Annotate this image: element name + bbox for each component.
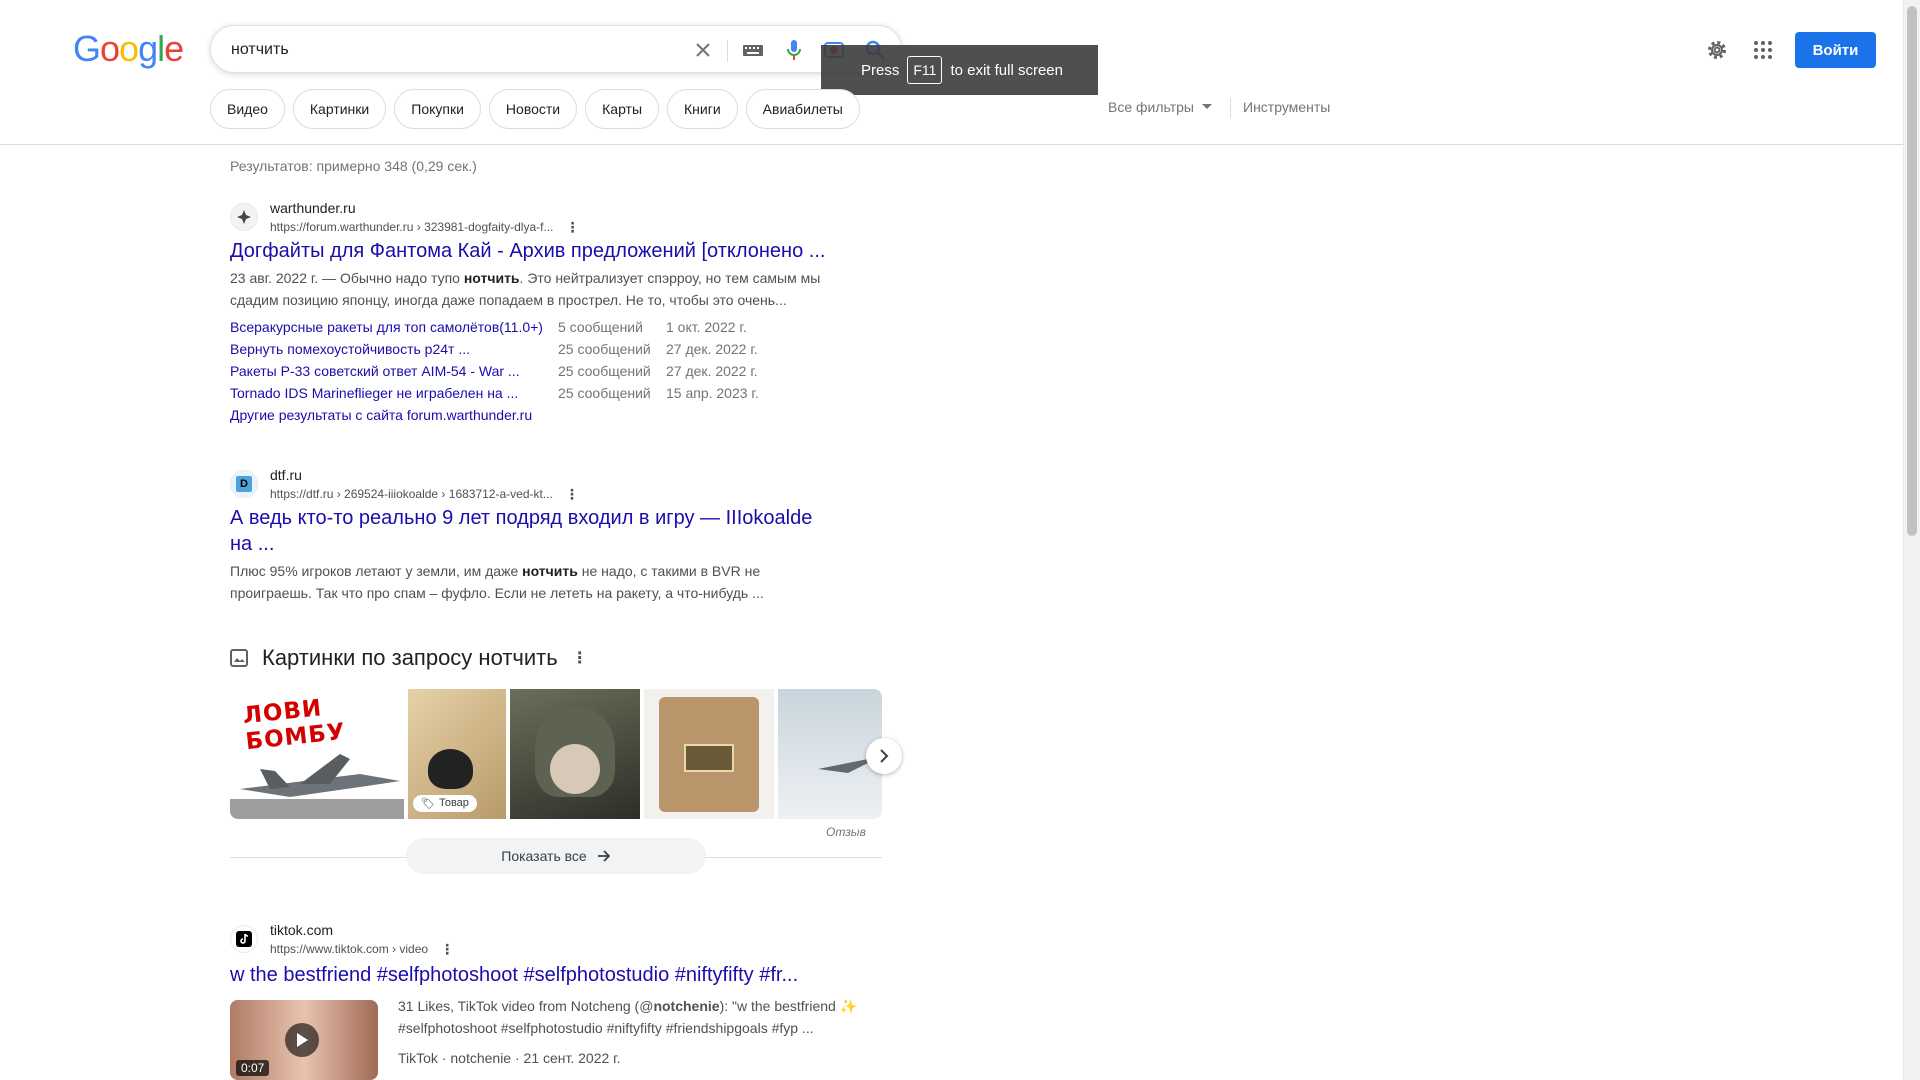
chevron-down-icon	[1201, 104, 1212, 109]
sitelink-count: 25 сообщений	[558, 385, 651, 401]
warthunder-favicon-icon	[230, 203, 258, 231]
jet-icon	[230, 754, 404, 819]
site-name: warthunder.ru	[270, 200, 356, 216]
keyboard-icon[interactable]	[741, 38, 765, 62]
product-badge: 🏷 Товар	[413, 795, 477, 812]
microphone-icon[interactable]	[782, 38, 806, 62]
header: Google Press F11 to exit full screen Вой…	[0, 0, 1903, 145]
more-results-link[interactable]: Другие результаты с сайта forum.warthund…	[230, 404, 532, 426]
result-source[interactable]: warthunder.ru https://forum.warthunder.r…	[230, 198, 579, 236]
clear-icon[interactable]	[691, 38, 715, 62]
image-icon	[230, 649, 248, 667]
sitelink[interactable]: Tornado IDS Marineflieger не играбелен н…	[230, 382, 558, 404]
result-title[interactable]: Догфайты для Фантома Кай - Архив предлож…	[230, 238, 890, 264]
result-source[interactable]: D dtf.ru https://dtf.ru › 269524-iiiokoa…	[230, 465, 579, 503]
show-all-label: Показать все	[501, 848, 587, 864]
video-thumbnail[interactable]: 0:07	[230, 1000, 378, 1080]
sitelink-row: Вернуть помехоустойчивость р24т ... 25 с…	[230, 338, 759, 360]
tab-books[interactable]: Книги	[667, 89, 738, 129]
site-name: dtf.ru	[270, 467, 302, 483]
tab-news[interactable]: Новости	[488, 89, 578, 129]
sitelink-row: Ракеты Р-33 советский ответ AIM-54 - War…	[230, 360, 759, 382]
settings-gear-icon[interactable]	[1705, 38, 1729, 62]
result-snippet: 31 Likes, TikTok video from Notcheng (@n…	[398, 998, 858, 1036]
sitelink-date: 27 дек. 2022 г.	[666, 363, 758, 379]
chevron-right-icon	[880, 749, 889, 763]
images-heading: Картинки по запросу нотчить ⋮	[230, 645, 588, 671]
site-url: https://www.tiktok.com › video	[270, 942, 429, 956]
site-url: https://dtf.ru › 269524-iiiokoalde › 168…	[270, 487, 553, 501]
image-carousel: ЛОВИ БОМБУ 🏷 Товар	[230, 689, 882, 819]
sitelink-date: 1 окт. 2022 г.	[666, 319, 747, 335]
google-logo[interactable]: Google	[73, 28, 184, 70]
arrow-right-icon	[597, 850, 611, 862]
sitelink[interactable]: Вернуть помехоустойчивость р24т ...	[230, 338, 558, 360]
result-snippet: Плюс 95% игроков летают у земли, им даже…	[230, 563, 764, 601]
scrollbar[interactable]	[1903, 0, 1920, 1080]
fullscreen-toast: Press F11 to exit full screen	[821, 45, 1098, 95]
carousel-next-button[interactable]	[866, 738, 902, 774]
logo-letter: o	[119, 28, 139, 69]
sitelink-count: 5 сообщений	[558, 319, 643, 335]
toast-text: to exit full screen	[950, 61, 1063, 79]
image-thumbnail[interactable]: 🏷 Товар	[408, 689, 506, 819]
scrollbar-thumb[interactable]	[1907, 6, 1917, 536]
tab-maps[interactable]: Карты	[585, 89, 660, 129]
more-options-icon[interactable]: ⋮	[565, 218, 579, 236]
tab-images[interactable]: Картинки	[292, 89, 387, 129]
logo-letter: e	[164, 28, 184, 69]
sitelink-date: 15 апр. 2023 г.	[666, 385, 759, 401]
divider	[1230, 98, 1231, 118]
sitelinks: Всеракурсные ракеты для топ самолётов(11…	[230, 316, 759, 426]
play-icon	[285, 1023, 319, 1057]
logo-letter: o	[100, 28, 120, 69]
sitelink[interactable]: Ракеты Р-33 советский ответ AIM-54 - War…	[230, 360, 558, 382]
logo-letter: l	[157, 28, 165, 69]
review-label: Отзыв	[826, 825, 866, 839]
image-thumbnail[interactable]	[510, 689, 640, 819]
site-url: https://forum.warthunder.ru › 323981-dog…	[270, 220, 554, 234]
tools-button[interactable]: Инструменты	[1243, 99, 1330, 115]
tiktok-favicon-icon	[230, 925, 258, 953]
result-snippet: 23 авг. 2022 г. — Обычно надо тупо нотчи…	[230, 270, 821, 308]
result-stats: Результатов: примерно 348 (0,29 сек.)	[230, 158, 477, 174]
more-options-icon[interactable]: ⋮	[565, 485, 579, 503]
tag-icon: 🏷	[421, 798, 435, 810]
dtf-favicon-icon: D	[230, 470, 258, 498]
tab-video[interactable]: Видео	[210, 89, 285, 129]
sitelink-date: 27 дек. 2022 г.	[666, 341, 758, 357]
tab-flights[interactable]: Авиабилеты	[745, 89, 860, 129]
result-source[interactable]: tiktok.com https://www.tiktok.com › vide…	[230, 920, 454, 958]
sitelink-row: Всеракурсные ракеты для топ самолётов(11…	[230, 316, 759, 338]
result-title[interactable]: w the bestfriend #selfphotoshoot #selfph…	[230, 962, 910, 988]
image-thumbnail[interactable]: ЛОВИ БОМБУ	[230, 689, 404, 819]
more-options-icon[interactable]: ⋮	[440, 940, 454, 958]
sitelink-count: 25 сообщений	[558, 341, 651, 357]
image-thumbnail[interactable]	[644, 689, 774, 819]
sitelink[interactable]: Всеракурсные ракеты для топ самолётов(11…	[230, 316, 558, 338]
all-filters-label: Все фильтры	[1108, 99, 1194, 115]
search-tabs: Видео Картинки Покупки Новости Карты Кни…	[210, 89, 860, 129]
sitelink-count: 25 сообщений	[558, 363, 651, 379]
logo-letter: G	[73, 28, 101, 69]
images-heading-text: Картинки по запросу нотчить	[262, 645, 558, 670]
signin-button[interactable]: Войти	[1795, 32, 1876, 68]
sitelink-row: Tornado IDS Marineflieger не играбелен н…	[230, 382, 759, 404]
video-duration: 0:07	[236, 1060, 270, 1076]
show-all-button[interactable]: Показать все	[406, 838, 706, 874]
more-options-icon[interactable]: ⋮	[572, 648, 588, 668]
result-title[interactable]: А ведь кто-то реально 9 лет подряд входи…	[230, 505, 870, 557]
toast-key: F11	[907, 56, 943, 84]
site-name: tiktok.com	[270, 922, 334, 938]
logo-letter: g	[138, 28, 158, 69]
tab-shopping[interactable]: Покупки	[394, 89, 481, 129]
toast-press: Press	[861, 61, 900, 79]
apps-grid-icon[interactable]	[1751, 38, 1775, 62]
video-meta: TikTok · notchenie · 21 сент. 2022 г.	[398, 1050, 621, 1066]
search-input[interactable]	[231, 38, 671, 62]
all-filters-dropdown[interactable]: Все фильтры	[1108, 99, 1212, 115]
search-box	[210, 25, 902, 73]
divider	[727, 40, 728, 62]
